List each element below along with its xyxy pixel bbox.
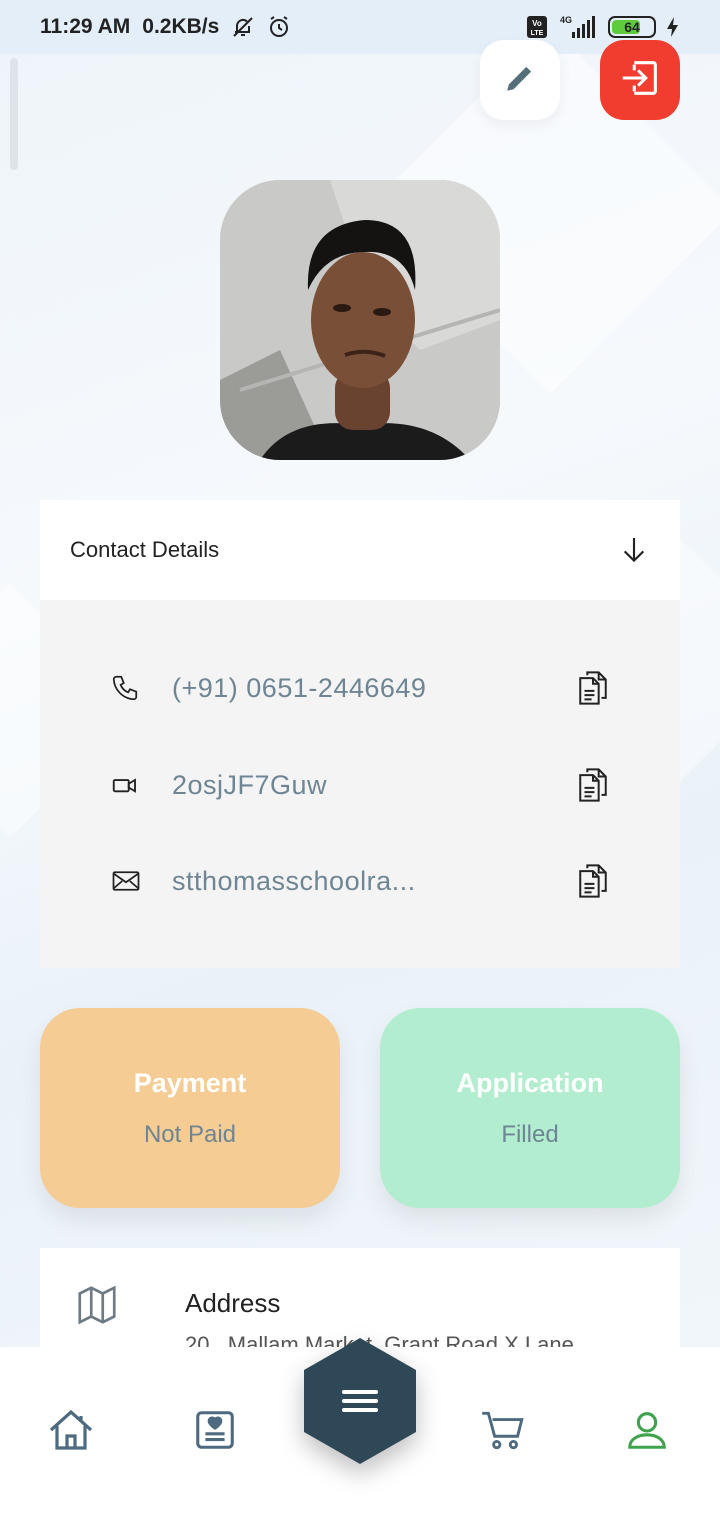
signal-icon: 4G	[558, 14, 598, 40]
copy-video-id-icon[interactable]	[576, 766, 610, 804]
phone-number[interactable]: (+91) 0651-2446649	[172, 673, 426, 704]
mail-icon	[110, 866, 142, 896]
status-time: 11:29 AM	[40, 15, 131, 38]
video-meeting-id[interactable]: 2osjJF7Guw	[172, 770, 327, 801]
payment-status: Not Paid	[143, 1120, 237, 1148]
arrow-down-icon[interactable]	[618, 534, 650, 566]
application-title: Application	[456, 1067, 604, 1098]
scroll-indicator[interactable]	[10, 58, 18, 170]
network-type-label: 4G	[560, 15, 572, 25]
application-status-card[interactable]: Application Filled	[380, 1008, 680, 1208]
video-icon	[110, 770, 140, 800]
contact-details-body: (+91) 0651-2446649 2osjJF7Guw stthomassc…	[40, 600, 680, 968]
svg-text:Vo: Vo	[532, 19, 542, 28]
status-speed: 0.2KB/s	[142, 15, 220, 38]
copy-email-icon[interactable]	[576, 862, 610, 900]
volte-icon: Vo LTE	[526, 15, 548, 39]
id-card-icon	[192, 1407, 238, 1458]
nav-cart[interactable]	[478, 1407, 528, 1457]
avatar-photo	[220, 180, 500, 460]
copy-phone-icon[interactable]	[576, 669, 610, 707]
contact-details-title: Contact Details	[70, 537, 220, 562]
nav-profile[interactable]	[622, 1407, 672, 1457]
bell-muted-icon	[231, 15, 255, 39]
application-status: Filled	[501, 1120, 559, 1148]
logout-icon	[617, 55, 663, 106]
contact-row-email: stthomasschoolra...	[40, 851, 680, 911]
alarm-icon	[267, 15, 291, 39]
contact-row-phone: (+91) 0651-2446649	[40, 658, 680, 718]
nav-id-card[interactable]	[190, 1407, 240, 1457]
map-icon	[74, 1282, 120, 1333]
address-card[interactable]: Address 20 , Mallam Market, Grant Road X…	[40, 1248, 680, 1348]
contact-details-header[interactable]: Contact Details	[40, 500, 680, 600]
profile-icon	[624, 1407, 670, 1458]
svg-text:LTE: LTE	[531, 30, 544, 37]
edit-profile-button[interactable]	[480, 40, 560, 120]
battery-icon: 64	[608, 16, 656, 38]
pencil-icon	[501, 59, 539, 102]
battery-level: 64	[624, 19, 640, 35]
phone-icon	[110, 673, 140, 703]
menu-icon	[342, 1390, 378, 1412]
logout-button[interactable]	[600, 40, 680, 120]
home-icon	[47, 1406, 95, 1459]
email-address[interactable]: stthomasschoolra...	[172, 866, 416, 897]
contact-row-video: 2osjJF7Guw	[40, 755, 680, 815]
cart-icon	[478, 1405, 528, 1460]
menu-button[interactable]	[300, 1336, 420, 1466]
profile-avatar[interactable]	[220, 180, 500, 460]
payment-status-card[interactable]: Payment Not Paid	[40, 1008, 340, 1208]
address-label: Address	[185, 1288, 281, 1318]
nav-home[interactable]	[46, 1407, 96, 1457]
charging-icon	[666, 16, 680, 38]
payment-title: Payment	[133, 1067, 247, 1098]
